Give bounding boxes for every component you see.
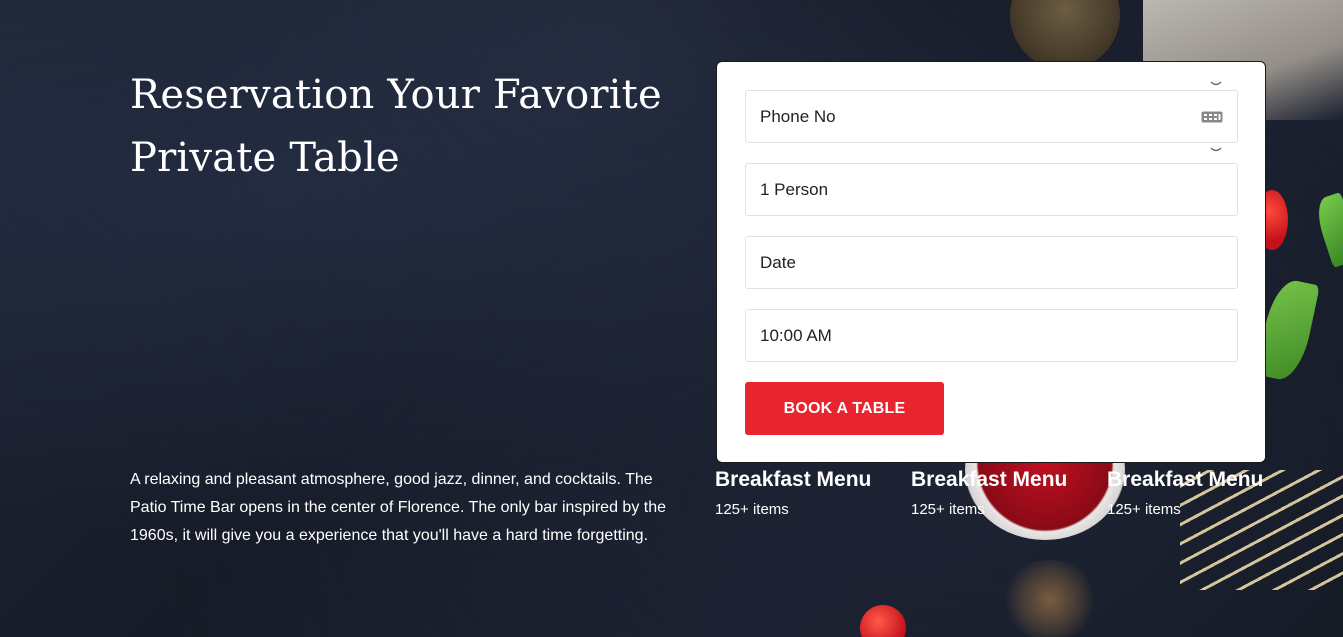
cherry-tomato-decoration — [860, 605, 906, 637]
date-field[interactable]: Date — [745, 236, 1238, 289]
persons-select[interactable]: 1 Person — [745, 163, 1238, 216]
menu-stat: Breakfast Menu 125+ items — [911, 466, 1067, 520]
hero-description: A relaxing and pleasant atmosphere, good… — [130, 471, 666, 544]
chevron-down-icon[interactable] — [1210, 146, 1222, 154]
menu-stat-title: Breakfast Menu — [911, 468, 1068, 491]
menu-stat: Breakfast Menu 125+ items — [1107, 466, 1263, 520]
spice-bowl-decoration — [1010, 0, 1120, 70]
hero-title: Reservation Your Favorite Private Table — [130, 64, 690, 190]
chevron-down-icon[interactable] — [1210, 80, 1222, 88]
persons-value: 1 Person — [760, 179, 829, 199]
menu-stat-count: 125+ items — [715, 501, 789, 518]
hero-title-line1: Reservation Your Favorite — [130, 72, 662, 118]
hero-title-line2: Private Table — [130, 135, 400, 181]
peppercorn-decoration — [1000, 560, 1100, 637]
reservation-form: Phone No 1 Person Date 10:00 AM BOOK A T… — [716, 61, 1266, 463]
basil-leaf-decoration — [1311, 192, 1343, 268]
menu-stat: Breakfast Menu 125+ items — [715, 466, 871, 520]
book-table-button[interactable]: BOOK A TABLE — [745, 382, 944, 435]
phone-field[interactable]: Phone No — [745, 90, 1238, 143]
menu-stat-count: 125+ items — [1107, 501, 1181, 518]
time-value: 10:00 AM — [760, 325, 832, 345]
phone-placeholder: Phone No — [760, 106, 836, 126]
date-placeholder: Date — [760, 252, 796, 272]
menu-stat-title: Breakfast Menu — [1107, 468, 1264, 491]
menu-stat-title: Breakfast Menu — [715, 468, 872, 491]
time-field[interactable]: 10:00 AM — [745, 309, 1238, 362]
keyboard-icon[interactable] — [1201, 110, 1223, 124]
menu-stat-count: 125+ items — [911, 501, 985, 518]
